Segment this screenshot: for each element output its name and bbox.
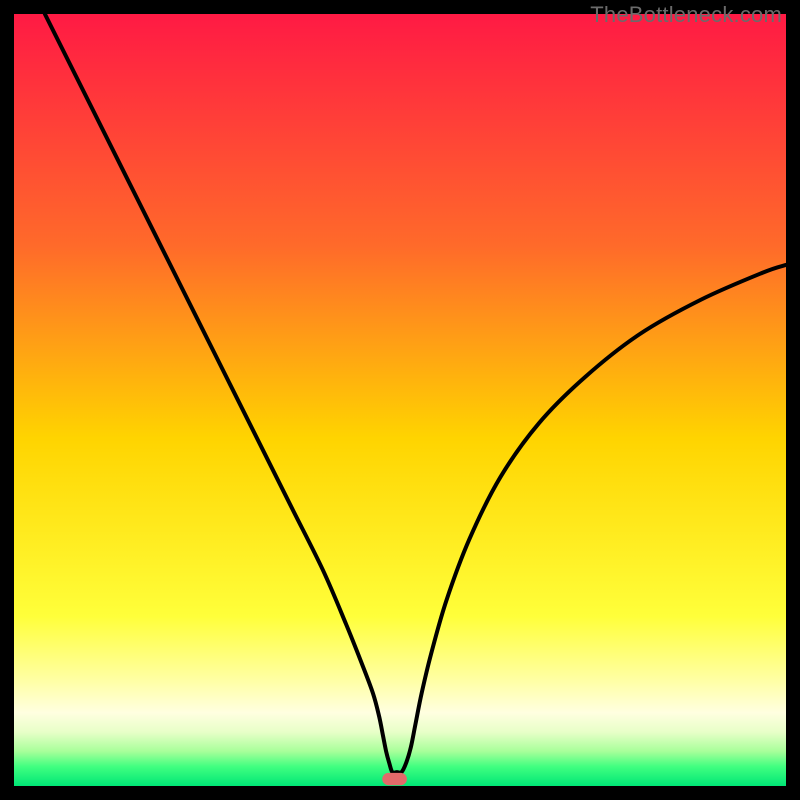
bottleneck-chart bbox=[14, 14, 786, 786]
watermark-label: TheBottleneck.com bbox=[590, 2, 782, 28]
optimal-marker bbox=[382, 773, 407, 785]
heat-background bbox=[14, 14, 786, 786]
